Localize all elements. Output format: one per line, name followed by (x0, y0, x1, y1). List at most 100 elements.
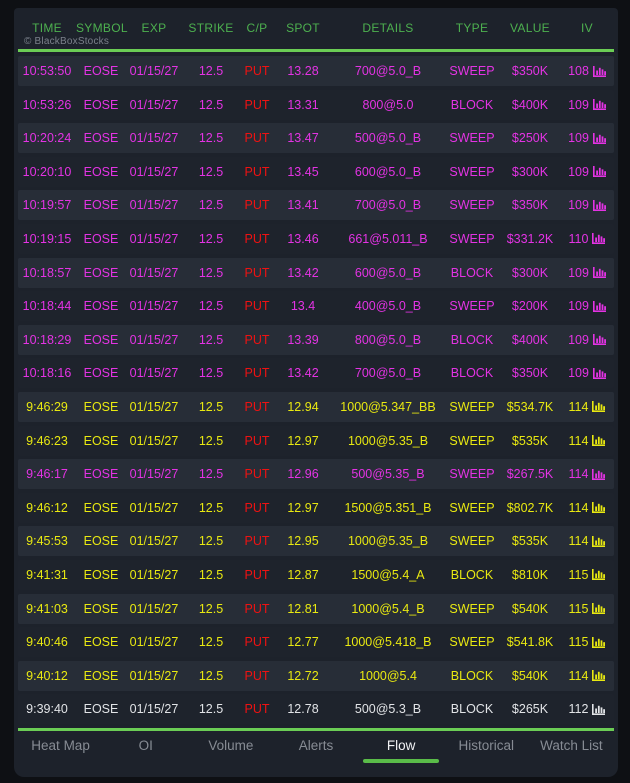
flow-row[interactable]: 10:53:50 EOSE 01/15/27 12.5 PUT 13.28 700@5.0_… (18, 56, 614, 86)
bar-chart-icon[interactable] (592, 636, 606, 648)
flow-row[interactable]: 10:18:44 EOSE 01/15/27 12.5 PUT 13.4 400@5.0_B… (18, 291, 614, 322)
bar-chart-icon[interactable] (592, 65, 606, 77)
bar-chart-icon[interactable] (592, 603, 606, 614)
flow-row[interactable]: 10:20:10 EOSE 01/15/27 12.5 PUT 13.45 600@5.0_… (18, 156, 614, 187)
cell-time: 9:40:46 (26, 635, 68, 650)
column-header-spot[interactable]: SPOT (274, 21, 332, 35)
bar-chart-icon[interactable] (592, 334, 606, 346)
column-header-exp[interactable]: EXP (126, 21, 182, 35)
bar-chart-icon[interactable] (592, 535, 606, 547)
iv-value: 114 (568, 433, 589, 448)
flow-row[interactable]: 10:19:15 EOSE 01/15/27 12.5 PUT 13.46 661@5.01… (18, 223, 614, 254)
cell-iv: 115 (560, 602, 614, 616)
tab-alerts[interactable]: Alerts (273, 738, 358, 763)
tab-watch-list[interactable]: Watch List (529, 738, 614, 763)
column-header-type[interactable]: TYPE (444, 21, 500, 35)
cell-value: $400K (511, 332, 549, 347)
bar-chart-icon[interactable] (592, 267, 606, 279)
cell-iv: 109 (560, 299, 614, 313)
cell-symbol: EOSE (83, 164, 119, 179)
bar-chart-icon[interactable] (592, 435, 606, 447)
bar-chart-icon[interactable] (592, 300, 606, 312)
flow-row[interactable]: 10:18:29 EOSE 01/15/27 12.5 PUT 13.39 800@5.0_… (18, 324, 614, 355)
column-header-strike[interactable]: STRIKE (182, 21, 240, 35)
bar-chart-icon[interactable] (592, 401, 606, 413)
flow-row[interactable]: 9:40:46 EOSE 01/15/27 12.5 PUT 12.77 1000@5.41… (18, 627, 614, 658)
flow-row[interactable]: 9:45:53 EOSE 01/15/27 12.5 PUT 12.95 1000@5.35… (18, 526, 614, 557)
column-header-details[interactable]: DETAILS (332, 21, 444, 35)
cell-time: 9:45:53 (26, 534, 68, 549)
cell-spot: 13.39 (287, 332, 319, 347)
flow-row[interactable]: 9:46:23 EOSE 01/15/27 12.5 PUT 12.97 1000@5.35… (18, 425, 614, 456)
tab-oi[interactable]: OI (103, 738, 188, 763)
column-header-value[interactable]: VALUE (500, 21, 560, 35)
tab-historical[interactable]: Historical (444, 738, 529, 763)
cell-value: $350K (511, 64, 549, 78)
cell-time: 10:20:10 (22, 164, 72, 179)
cell-details: 500@5.35_B (351, 467, 425, 482)
flow-row[interactable]: 9:39:40 EOSE 01/15/27 12.5 PUT 12.78 500@5.3_B… (18, 694, 614, 725)
bar-chart-icon[interactable] (592, 99, 606, 111)
tab-flow[interactable]: Flow (359, 738, 444, 763)
cell-type: SWEEP (449, 164, 495, 179)
cell-time: 10:20:24 (22, 131, 72, 146)
column-header-c-p[interactable]: C/P (240, 21, 274, 35)
bar-chart-icon[interactable] (592, 367, 606, 379)
cell-strike: 12.5 (198, 500, 224, 515)
flow-row[interactable]: 10:53:26 EOSE 01/15/27 12.5 PUT 13.31 800@5.0 B… (18, 89, 614, 120)
cell-spot: 12.78 (287, 702, 319, 717)
cell-details: 1000@5.347_BB (340, 399, 436, 414)
bar-chart-icon[interactable] (592, 468, 606, 480)
flow-row[interactable]: 10:18:16 EOSE 01/15/27 12.5 PUT 13.42 700@5.0_… (18, 358, 614, 389)
flow-row[interactable]: 9:41:31 EOSE 01/15/27 12.5 PUT 12.87 1500@5.4_… (18, 559, 614, 590)
cell-details: 1500@5.4_A (351, 567, 425, 582)
column-header-iv[interactable]: IV (560, 21, 614, 35)
flow-row[interactable]: 10:20:24 EOSE 01/15/27 12.5 PUT 13.47 500@5.0_… (18, 123, 614, 154)
bar-chart-icon[interactable] (592, 703, 606, 715)
cell-value: $350K (511, 198, 549, 213)
cell-symbol: EOSE (83, 635, 119, 650)
cell-symbol: EOSE (83, 702, 119, 717)
cell-type: SWEEP (449, 231, 495, 246)
cell-value: $540K (511, 668, 549, 683)
bar-chart-icon[interactable] (592, 502, 606, 514)
cell-iv: 114 (560, 467, 614, 481)
flow-row[interactable]: 10:19:57 EOSE 01/15/27 12.5 PUT 13.41 700@5.0_… (18, 190, 614, 221)
cell-cp: PUT (244, 567, 270, 582)
flow-row[interactable]: 9:41:03 EOSE 01/15/27 12.5 PUT 12.81 1000@5.4_… (18, 593, 614, 624)
bar-chart-icon[interactable] (592, 670, 606, 682)
cell-cp: PUT (244, 198, 270, 213)
cell-spot: 12.72 (287, 668, 319, 683)
cell-details: 500@5.0_B (354, 131, 422, 146)
iv-value: 109 (568, 299, 589, 314)
column-header-time[interactable]: TIME (18, 21, 76, 35)
header-divider (18, 49, 614, 52)
cell-exp: 01/15/27 (129, 702, 179, 717)
cell-symbol: EOSE (83, 366, 119, 381)
bar-chart-icon[interactable] (592, 132, 606, 144)
flow-row[interactable]: 9:46:17 EOSE 01/15/27 12.5 PUT 12.96 500@5.35_… (18, 459, 614, 490)
bar-chart-icon[interactable] (592, 233, 606, 245)
column-header-symbol[interactable]: SYMBOL (76, 21, 128, 35)
cell-strike: 12.5 (198, 635, 224, 650)
bar-chart-icon[interactable] (592, 166, 606, 178)
cell-strike: 12.5 (198, 601, 224, 616)
bar-chart-icon[interactable] (592, 569, 606, 581)
cell-cp: PUT (244, 668, 270, 683)
cell-type: BLOCK (450, 668, 494, 683)
cell-symbol: EOSE (83, 601, 119, 616)
cell-iv: 109 (560, 98, 614, 112)
flow-row[interactable]: 9:40:12 EOSE 01/15/27 12.5 PUT 12.72 1000@5.4 B… (18, 660, 614, 691)
cell-exp: 01/15/27 (129, 231, 179, 246)
flow-row[interactable]: 9:46:12 EOSE 01/15/27 12.5 PUT 12.97 1500@5.35… (18, 492, 614, 523)
tab-heat-map[interactable]: Heat Map (18, 738, 103, 763)
flow-row[interactable]: 9:46:29 EOSE 01/15/27 12.5 PUT 12.94 1000@5.34… (18, 391, 614, 422)
tab-volume[interactable]: Volume (188, 738, 273, 763)
cell-cp: PUT (244, 299, 270, 314)
cell-value: $534.7K (506, 399, 554, 414)
iv-value: 115 (568, 635, 589, 650)
flow-row[interactable]: 10:18:57 EOSE 01/15/27 12.5 PUT 13.42 600@5.0_… (18, 257, 614, 288)
cell-strike: 12.5 (198, 97, 224, 112)
bar-chart-icon[interactable] (592, 199, 606, 211)
cell-exp: 01/15/27 (129, 534, 179, 549)
